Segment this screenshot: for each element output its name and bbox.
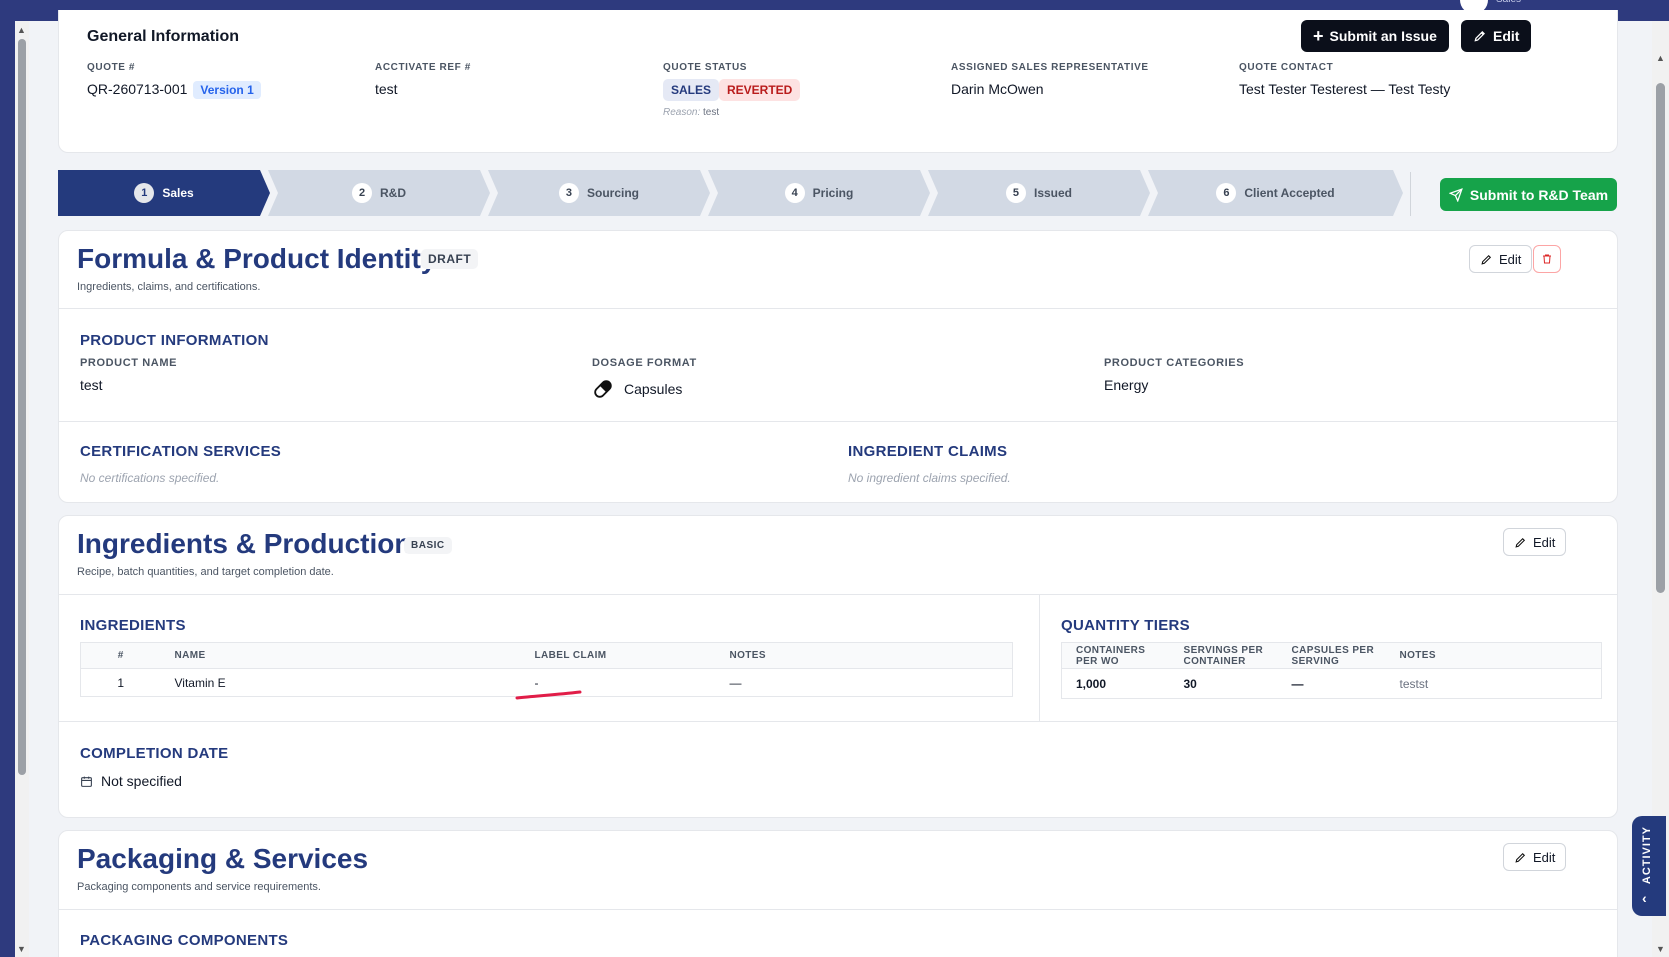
version-badge: Version 1	[193, 81, 261, 99]
quantity-tiers-table: CONTAINERS PER WO SERVINGS PER CONTAINER…	[1061, 642, 1602, 699]
packaging-edit-button[interactable]: Edit	[1503, 843, 1567, 871]
trash-icon	[1543, 254, 1551, 264]
scroll-up-arrow-icon[interactable]: ▲	[1656, 53, 1665, 63]
general-information-card: General Information + Submit an Issue Ed…	[58, 10, 1618, 153]
completion-date-heading: COMPLETION DATE	[80, 745, 229, 762]
product-name-label: PRODUCT NAME	[80, 357, 178, 369]
certifications-empty-text: No certifications specified.	[80, 471, 220, 485]
chevron-left-icon: ‹	[1642, 890, 1647, 906]
dosage-format-value: Capsules	[592, 378, 682, 400]
scrollbar-thumb[interactable]	[18, 39, 26, 775]
scroll-down-arrow-icon[interactable]: ▼	[1656, 944, 1665, 954]
formula-product-card: Formula & Product Identity DRAFT Ingredi…	[58, 230, 1618, 503]
formula-edit-button[interactable]: Edit	[1469, 245, 1533, 273]
ingredients-section-title: Ingredients & Production	[77, 528, 412, 559]
certification-services-heading: CERTIFICATION SERVICES	[80, 443, 282, 460]
divider	[59, 594, 1617, 595]
step-sales[interactable]: 1 Sales	[58, 170, 270, 216]
quote-contact-value: Test Tester Testerest — Test Testy	[1239, 81, 1451, 97]
quote-status-label: QUOTE STATUS	[663, 62, 748, 73]
ingredients-production-card: Ingredients & Production BASIC Recipe, b…	[58, 515, 1618, 818]
status-badge-sales: SALES	[663, 79, 720, 101]
pencil-icon	[1515, 852, 1526, 863]
quote-contact-label: QUOTE CONTACT	[1239, 62, 1334, 73]
step-issued[interactable]: 5 Issued	[928, 170, 1150, 216]
table-header-row: # NAME LABEL CLAIM NOTES	[80, 642, 1013, 669]
product-name-value: test	[80, 377, 103, 393]
quote-number-label: QUOTE #	[87, 62, 136, 73]
packaging-services-card: Packaging & Services Packaging component…	[58, 830, 1618, 957]
step-pricing[interactable]: 4 Pricing	[708, 170, 930, 216]
pencil-icon	[1515, 537, 1526, 548]
activate-ref-label: ACCTIVATE REF #	[375, 62, 471, 73]
red-annotation-stroke	[515, 690, 582, 700]
formula-section-title: Formula & Product Identity	[77, 243, 437, 274]
packaging-components-heading: PACKAGING COMPONENTS	[80, 932, 289, 949]
submit-to-rd-button[interactable]: Submit to R&D Team	[1440, 178, 1617, 211]
pencil-icon	[1481, 254, 1492, 265]
stepper-divider	[1410, 172, 1411, 216]
calendar-icon	[81, 776, 92, 787]
packaging-section-subtitle: Packaging components and service require…	[77, 881, 321, 893]
quantity-tiers-heading: QUANTITY TIERS	[1061, 617, 1190, 634]
divider	[59, 308, 1617, 309]
user-role: Sales	[1496, 0, 1521, 5]
plus-icon: +	[1313, 26, 1324, 46]
ingredients-heading: INGREDIENTS	[80, 617, 186, 634]
activate-ref-value: test	[375, 81, 398, 97]
submit-issue-button[interactable]: + Submit an Issue	[1301, 20, 1449, 52]
status-reason: Reason: test	[663, 107, 720, 118]
step-client-accepted[interactable]: 6 Client Accepted	[1148, 170, 1403, 216]
left-nav-strip	[0, 21, 15, 957]
scroll-up-arrow-icon[interactable]: ▲	[17, 25, 26, 35]
activity-drawer-tab[interactable]: ACTIVITY ‹	[1632, 816, 1666, 916]
divider	[59, 909, 1617, 910]
formula-section-subtitle: Ingredients, claims, and certifications.	[77, 281, 261, 293]
divider	[59, 421, 1617, 422]
completion-date-value: Not specified	[80, 773, 182, 789]
table-row[interactable]: 1,000 30 — testst	[1062, 669, 1602, 699]
formula-delete-button[interactable]	[1533, 245, 1561, 273]
packaging-section-title: Packaging & Services	[77, 843, 369, 874]
claims-empty-text: No ingredient claims specified.	[848, 471, 1011, 485]
draft-badge: DRAFT	[421, 249, 479, 269]
scrollbar-thumb[interactable]	[1656, 83, 1665, 593]
basic-badge: BASIC	[404, 537, 452, 554]
scroll-down-arrow-icon[interactable]: ▼	[17, 944, 26, 954]
activity-label: ACTIVITY	[1641, 826, 1653, 885]
divider	[59, 721, 1617, 722]
capsule-icon	[594, 380, 612, 398]
sales-rep-value: Darin McOwen	[951, 81, 1044, 97]
workflow-stepper: 1 Sales 2 R&D 3 Sourcing 4 Pricing 5 Issued 6…	[58, 170, 1403, 216]
ingredient-claims-heading: INGREDIENT CLAIMS	[848, 443, 1008, 460]
general-edit-button[interactable]: Edit	[1461, 20, 1532, 52]
general-information-title: General Information	[87, 28, 240, 45]
quote-number-value: QR-260713-001 Version 1	[87, 81, 261, 99]
sales-rep-label: ASSIGNED SALES REPRESENTATIVE	[951, 62, 1149, 73]
product-categories-value: Energy	[1104, 377, 1149, 393]
dosage-format-label: DOSAGE FORMAT	[592, 357, 697, 369]
left-scrollbar[interactable]: ▲ ▼	[15, 21, 29, 957]
product-information-heading: PRODUCT INFORMATION	[80, 332, 269, 349]
step-sourcing[interactable]: 3 Sourcing	[488, 170, 710, 216]
ingredients-edit-button[interactable]: Edit	[1503, 528, 1567, 556]
table-header-row: CONTAINERS PER WO SERVINGS PER CONTAINER…	[1061, 642, 1602, 669]
status-badge-reverted: REVERTED	[719, 79, 801, 101]
product-categories-label: PRODUCT CATEGORIES	[1104, 357, 1245, 369]
ingredients-section-subtitle: Recipe, batch quantities, and target com…	[77, 566, 334, 578]
send-icon	[1448, 187, 1463, 202]
step-rd[interactable]: 2 R&D	[268, 170, 490, 216]
column-divider	[1039, 594, 1040, 721]
pencil-icon	[1474, 31, 1485, 42]
